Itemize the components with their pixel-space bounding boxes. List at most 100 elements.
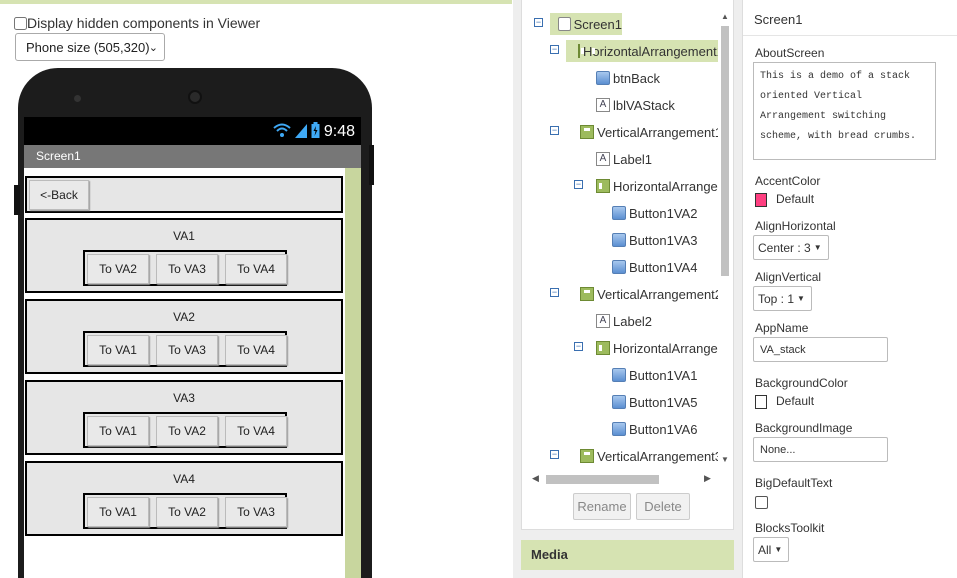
collapse-toggle-icon[interactable]: − xyxy=(550,126,559,135)
tree-horizontal-scrollbar[interactable]: ◀ ▶ xyxy=(532,473,711,487)
tree-node-button1va5[interactable]: Button1VA5 xyxy=(612,391,697,413)
nav-button[interactable]: To VA2 xyxy=(156,497,218,527)
tree-node-horizontal-arrangement-3[interactable]: HorizontalArrangement3 xyxy=(596,337,718,359)
scroll-thumb[interactable] xyxy=(721,26,729,276)
tree-node-button1va3[interactable]: Button1VA3 xyxy=(612,229,697,251)
vertical-arrangement-3[interactable]: VA3 To VA1 To VA2 To VA4 xyxy=(25,380,343,455)
va-button-row[interactable]: To VA1 To VA2 To VA4 xyxy=(83,412,287,448)
battery-icon xyxy=(311,122,320,141)
align-vertical-label: AlignVertical xyxy=(755,270,822,284)
properties-title: Screen1 xyxy=(743,4,957,36)
horizontal-arrangement-back[interactable]: <-Back xyxy=(25,176,343,213)
tree-node-label2[interactable]: A Label2 xyxy=(596,310,652,332)
tree-node-lblvastack[interactable]: A lblVAStack xyxy=(596,94,675,116)
nav-button[interactable]: To VA3 xyxy=(156,335,218,365)
nav-button[interactable]: To VA1 xyxy=(87,335,149,365)
tree-node-horizontal-arrangement-2[interactable]: HorizontalArrangement2 xyxy=(596,175,718,197)
background-image-picker[interactable]: None... xyxy=(753,437,888,462)
nav-button[interactable]: To VA4 xyxy=(225,254,287,284)
tree-node-vertical-arrangement-3[interactable]: VerticalArrangement3 xyxy=(580,445,718,467)
accent-color-value[interactable]: Default xyxy=(776,192,814,206)
app-name-input[interactable]: VA_stack xyxy=(753,337,888,362)
tree-vertical-scrollbar[interactable]: ▲ ▼ xyxy=(719,12,731,464)
nav-button[interactable]: To VA4 xyxy=(225,416,287,446)
scroll-left-icon[interactable]: ◀ xyxy=(532,473,539,484)
va-button-row[interactable]: To VA1 To VA3 To VA4 xyxy=(83,331,287,367)
tree-node-button1va4[interactable]: Button1VA4 xyxy=(612,256,697,278)
align-horizontal-label: AlignHorizontal xyxy=(755,219,836,233)
va-title: VA3 xyxy=(173,391,195,405)
media-header: Media xyxy=(521,540,734,570)
tree-node-label: Button1VA3 xyxy=(629,232,698,248)
collapse-toggle-icon[interactable]: − xyxy=(550,288,559,297)
scroll-down-icon[interactable]: ▼ xyxy=(719,455,731,464)
align-horizontal-dropdown[interactable]: Center : 3 ▼ xyxy=(753,235,829,260)
collapse-toggle-icon[interactable]: − xyxy=(574,342,583,351)
align-vertical-value: Top : 1 xyxy=(758,291,795,306)
tree-node-button1va2[interactable]: Button1VA2 xyxy=(612,202,697,224)
nav-button[interactable]: To VA1 xyxy=(87,416,149,446)
signal-icon xyxy=(294,122,307,141)
hidden-components-check[interactable] xyxy=(14,16,27,30)
vertical-arrangement-2[interactable]: VA2 To VA1 To VA3 To VA4 xyxy=(25,299,343,374)
nav-button[interactable]: To VA1 xyxy=(87,497,149,527)
background-image-label: BackgroundImage xyxy=(755,421,853,435)
tree-node-horizontal-arrangement-1[interactable]: HorizontalArrangement1 xyxy=(566,40,718,62)
collapse-toggle-icon[interactable]: − xyxy=(534,18,543,27)
collapse-toggle-icon[interactable]: − xyxy=(550,450,559,459)
phone-size-select[interactable]: Phone size (505,320) ⌄ xyxy=(15,33,165,61)
tree-node-btnback[interactable]: btnBack xyxy=(596,67,660,89)
about-screen-textarea[interactable]: This is a demo of a stack oriented Verti… xyxy=(753,62,936,160)
viewer-panel: Display hidden components in Viewer Phon… xyxy=(0,0,512,578)
scroll-thumb[interactable] xyxy=(546,475,659,484)
button-icon xyxy=(612,422,626,436)
big-default-text-checkbox[interactable] xyxy=(755,496,768,509)
nav-button[interactable]: To VA2 xyxy=(87,254,149,284)
tree-node-label: Button1VA1 xyxy=(629,367,698,383)
vertical-arrangement-1[interactable]: VA1 To VA2 To VA3 To VA4 xyxy=(25,218,343,293)
background-color-value[interactable]: Default xyxy=(776,394,814,408)
back-button[interactable]: <-Back xyxy=(29,180,89,210)
tree-node-label: VerticalArrangement3 xyxy=(597,448,718,464)
nav-button[interactable]: To VA3 xyxy=(225,497,287,527)
tree-node-vertical-arrangement-1[interactable]: VerticalArrangement1 xyxy=(580,121,718,143)
components-tree-panel: − Screen1 − HorizontalArrangement1 btnBa… xyxy=(521,0,734,530)
tree-node-label: Button1VA6 xyxy=(629,421,698,437)
delete-button[interactable]: Delete xyxy=(636,493,690,520)
hidden-components-label: Display hidden components in Viewer xyxy=(27,15,261,31)
vertical-arrangement-4[interactable]: VA4 To VA1 To VA2 To VA3 xyxy=(25,461,343,536)
scroll-right-icon[interactable]: ▶ xyxy=(704,473,711,484)
phone-status-bar: 9:48 xyxy=(24,117,361,145)
blocks-toolkit-dropdown[interactable]: All ▼ xyxy=(753,537,790,562)
tree-node-label1[interactable]: A Label1 xyxy=(596,148,652,170)
button-icon xyxy=(612,368,626,382)
screen-scroll-strip xyxy=(345,168,361,578)
va-button-row[interactable]: To VA2 To VA3 To VA4 xyxy=(83,250,287,286)
button-icon xyxy=(612,206,626,220)
background-color-swatch[interactable] xyxy=(755,395,767,409)
tree-node-label: Screen1 xyxy=(573,16,622,32)
components-tree: − Screen1 − HorizontalArrangement1 btnBa… xyxy=(522,0,718,470)
align-vertical-dropdown[interactable]: Top : 1 ▼ xyxy=(753,286,812,311)
tree-node-button1va1[interactable]: Button1VA1 xyxy=(612,364,697,386)
button-icon xyxy=(612,233,626,247)
rename-button[interactable]: Rename xyxy=(573,493,631,520)
phone-screen: <-Back VA1 To VA2 To VA3 To VA4 VA2 To V… xyxy=(24,168,361,578)
nav-button[interactable]: To VA3 xyxy=(156,254,218,284)
va-title: VA2 xyxy=(173,310,195,324)
display-hidden-components-checkbox[interactable]: Display hidden components in Viewer xyxy=(14,15,260,31)
phone-size-value: Phone size (505,320) xyxy=(26,39,150,55)
scroll-up-icon[interactable]: ▲ xyxy=(719,12,731,21)
collapse-toggle-icon[interactable]: − xyxy=(574,180,583,189)
nav-button[interactable]: To VA2 xyxy=(156,416,218,446)
collapse-toggle-icon[interactable]: − xyxy=(550,45,559,54)
tree-node-vertical-arrangement-2[interactable]: VerticalArrangement2 xyxy=(580,283,718,305)
align-horizontal-value: Center : 3 xyxy=(758,240,811,255)
tree-node-screen1[interactable]: Screen1 xyxy=(550,13,622,35)
blocks-toolkit-value: All xyxy=(758,542,772,557)
nav-button[interactable]: To VA4 xyxy=(225,335,287,365)
tree-node-button1va6[interactable]: Button1VA6 xyxy=(612,418,697,440)
button-icon xyxy=(612,260,626,274)
va-button-row[interactable]: To VA1 To VA2 To VA3 xyxy=(83,493,287,529)
accent-color-swatch[interactable] xyxy=(755,193,767,207)
